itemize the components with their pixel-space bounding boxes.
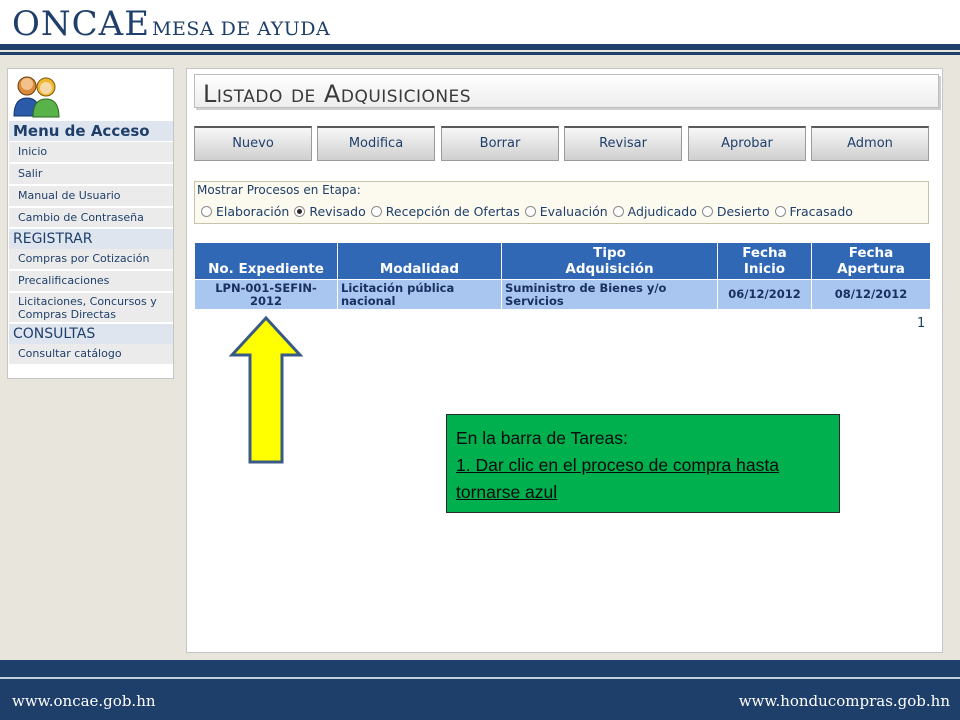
users-icon xyxy=(13,76,60,118)
radio-label: Desierto xyxy=(716,203,770,219)
sidebar-item-licitaciones-line2: Compras Directas xyxy=(18,308,117,321)
col-header-line1: Fecha xyxy=(742,245,787,261)
radio-circle-checked[interactable] xyxy=(294,205,306,217)
col-header-line2: Modalidad xyxy=(379,261,460,277)
radio-label: Adjudicado xyxy=(627,203,697,219)
modifica-button[interactable]: Modifica xyxy=(317,126,435,161)
col-header-line1: Tipo xyxy=(593,245,626,261)
callout-line2: 1. Dar clic en el proceso de compra hast… xyxy=(456,452,830,506)
cell-fecha-apertura[interactable]: 08/12/2012 xyxy=(811,279,931,310)
sidebar-item-manual[interactable]: Manual de Usuario xyxy=(9,186,173,208)
sidebar-item-consultar-catalogo[interactable]: Consultar catálogo xyxy=(9,344,173,366)
revisar-button[interactable]: Revisar xyxy=(564,126,682,161)
col-header-tipo-adquisicion[interactable]: Tipo Adquisición xyxy=(501,242,718,280)
radio-circle[interactable] xyxy=(701,205,713,217)
table-header-row: No. Expediente Modalidad Tipo Adquisición… xyxy=(194,242,931,280)
footer-bar xyxy=(0,660,960,720)
radio-circle[interactable] xyxy=(201,205,212,217)
adquisiciones-table: No. Expediente Modalidad Tipo Adquisición… xyxy=(194,242,931,310)
radio-circle[interactable] xyxy=(774,205,786,217)
etapa-filter: Mostrar Procesos en Etapa: Elaboración R… xyxy=(194,181,929,224)
cell-tipo-adquisicion[interactable]: Suministro de Bienes y/o Servicios xyxy=(501,279,718,310)
sidebar-item-compras-cotizacion[interactable]: Compras por Cotización xyxy=(9,249,173,271)
col-header-fecha-apertura[interactable]: Fecha Apertura xyxy=(811,242,931,280)
page-title: Listado de Adquisiciones xyxy=(203,80,472,108)
header-stripe-thin xyxy=(0,52,960,55)
sidebar-item-precalificaciones[interactable]: Precalificaciones xyxy=(9,271,173,293)
sidebar-item-salir[interactable]: Salir xyxy=(9,164,173,186)
col-header-line2: No. Expediente xyxy=(208,261,324,277)
etapa-filter-label: Mostrar Procesos en Etapa: xyxy=(197,183,361,197)
radio-label: Evaluación xyxy=(539,203,608,219)
admon-button[interactable]: Admon xyxy=(811,126,929,161)
col-header-line1: Fecha xyxy=(848,245,894,261)
radio-fracasado[interactable]: Fracasado xyxy=(774,203,853,219)
page-title-box: Listado de Adquisiciones xyxy=(194,74,939,108)
sidebar-item-cambio-contrasena[interactable]: Cambio de Contraseña xyxy=(9,208,173,229)
footer-honducompras-link[interactable]: www.honducompras.gob.hn xyxy=(739,692,950,710)
cell-expediente[interactable]: LPN-001-SEFIN- 2012 xyxy=(194,279,338,310)
instruction-callout: En la barra de Tareas: 1. Dar clic en el… xyxy=(446,414,840,513)
oncae-logo: ONCAE MESA DE AYUDA xyxy=(12,4,330,44)
cell-line2: Servicios xyxy=(505,293,564,308)
col-header-line2: Apertura xyxy=(837,261,905,277)
radio-elaboracion[interactable]: Elaboración xyxy=(201,204,289,219)
radio-recepcion-ofertas[interactable]: Recepción de Ofertas xyxy=(370,203,520,219)
callout-line2a: 1. Dar clic en el proceso de compra hast… xyxy=(456,455,779,475)
sidebar-item-licitaciones[interactable]: Licitaciones, Concursos y Compras Direct… xyxy=(9,293,173,324)
borrar-button[interactable]: Borrar xyxy=(441,126,559,161)
etapa-radio-group: Elaboración Revisado Recepción de Oferta… xyxy=(201,203,858,219)
callout-line1: En la barra de Tareas: xyxy=(456,428,628,448)
logo-sub-text: MESA DE AYUDA xyxy=(152,18,331,40)
cell-line2: 2012 xyxy=(249,293,282,308)
header-stripe xyxy=(0,44,960,50)
col-header-fecha-inicio[interactable]: Fecha Inicio xyxy=(717,242,812,280)
radio-desierto[interactable]: Desierto xyxy=(701,203,770,219)
top-header: ONCAE MESA DE AYUDA xyxy=(0,0,960,48)
sidebar-item-licitaciones-line1: Licitaciones, Concursos y xyxy=(18,295,157,308)
radio-label: Recepción de Ofertas xyxy=(385,203,520,219)
radio-label: Revisado xyxy=(309,203,366,219)
radio-evaluacion[interactable]: Evaluación xyxy=(524,203,608,219)
sidebar: Menu de Acceso Inicio Salir Manual de Us… xyxy=(7,68,174,379)
radio-circle[interactable] xyxy=(524,205,536,217)
footer-line xyxy=(0,677,960,679)
cell-modalidad[interactable]: Licitación pública nacional xyxy=(337,279,502,310)
pagination-page-1[interactable]: 1 xyxy=(917,316,925,331)
radio-adjudicado[interactable]: Adjudicado xyxy=(612,203,697,219)
col-header-modalidad[interactable]: Modalidad xyxy=(337,242,502,280)
footer-oncae-link[interactable]: www.oncae.gob.hn xyxy=(12,692,156,710)
cell-line1: Suministro de Bienes y/o xyxy=(505,280,667,295)
menu-acceso-header: Menu de Acceso xyxy=(9,121,173,141)
table-row[interactable]: LPN-001-SEFIN- 2012 Licitación pública nac… xyxy=(194,279,931,310)
callout-line2b: tornarse azul xyxy=(456,482,558,502)
col-header-expediente[interactable]: No. Expediente xyxy=(194,242,338,280)
radio-label: Elaboración xyxy=(216,203,290,219)
aprobar-button[interactable]: Aprobar xyxy=(688,126,806,161)
radio-circle[interactable] xyxy=(612,205,624,217)
consultas-header: CONSULTAS xyxy=(9,324,173,344)
radio-circle[interactable] xyxy=(370,205,382,217)
radio-label: Fracasado xyxy=(789,203,853,219)
up-arrow-icon xyxy=(229,315,303,464)
radio-revisado[interactable]: Revisado xyxy=(294,203,366,219)
cell-line2: nacional xyxy=(341,293,396,308)
col-header-line2: Inicio xyxy=(743,261,786,277)
logo-main-text: ONCAE xyxy=(12,4,151,44)
col-header-line2: Adquisición xyxy=(565,261,654,277)
cell-line1: Licitación pública xyxy=(341,280,455,295)
registrar-header: REGISTRAR xyxy=(9,229,173,249)
cell-line1: LPN-001-SEFIN- xyxy=(215,280,317,295)
sidebar-item-inicio[interactable]: Inicio xyxy=(9,142,173,164)
nuevo-button[interactable]: Nuevo xyxy=(194,126,312,161)
cell-fecha-inicio[interactable]: 06/12/2012 xyxy=(717,279,812,310)
